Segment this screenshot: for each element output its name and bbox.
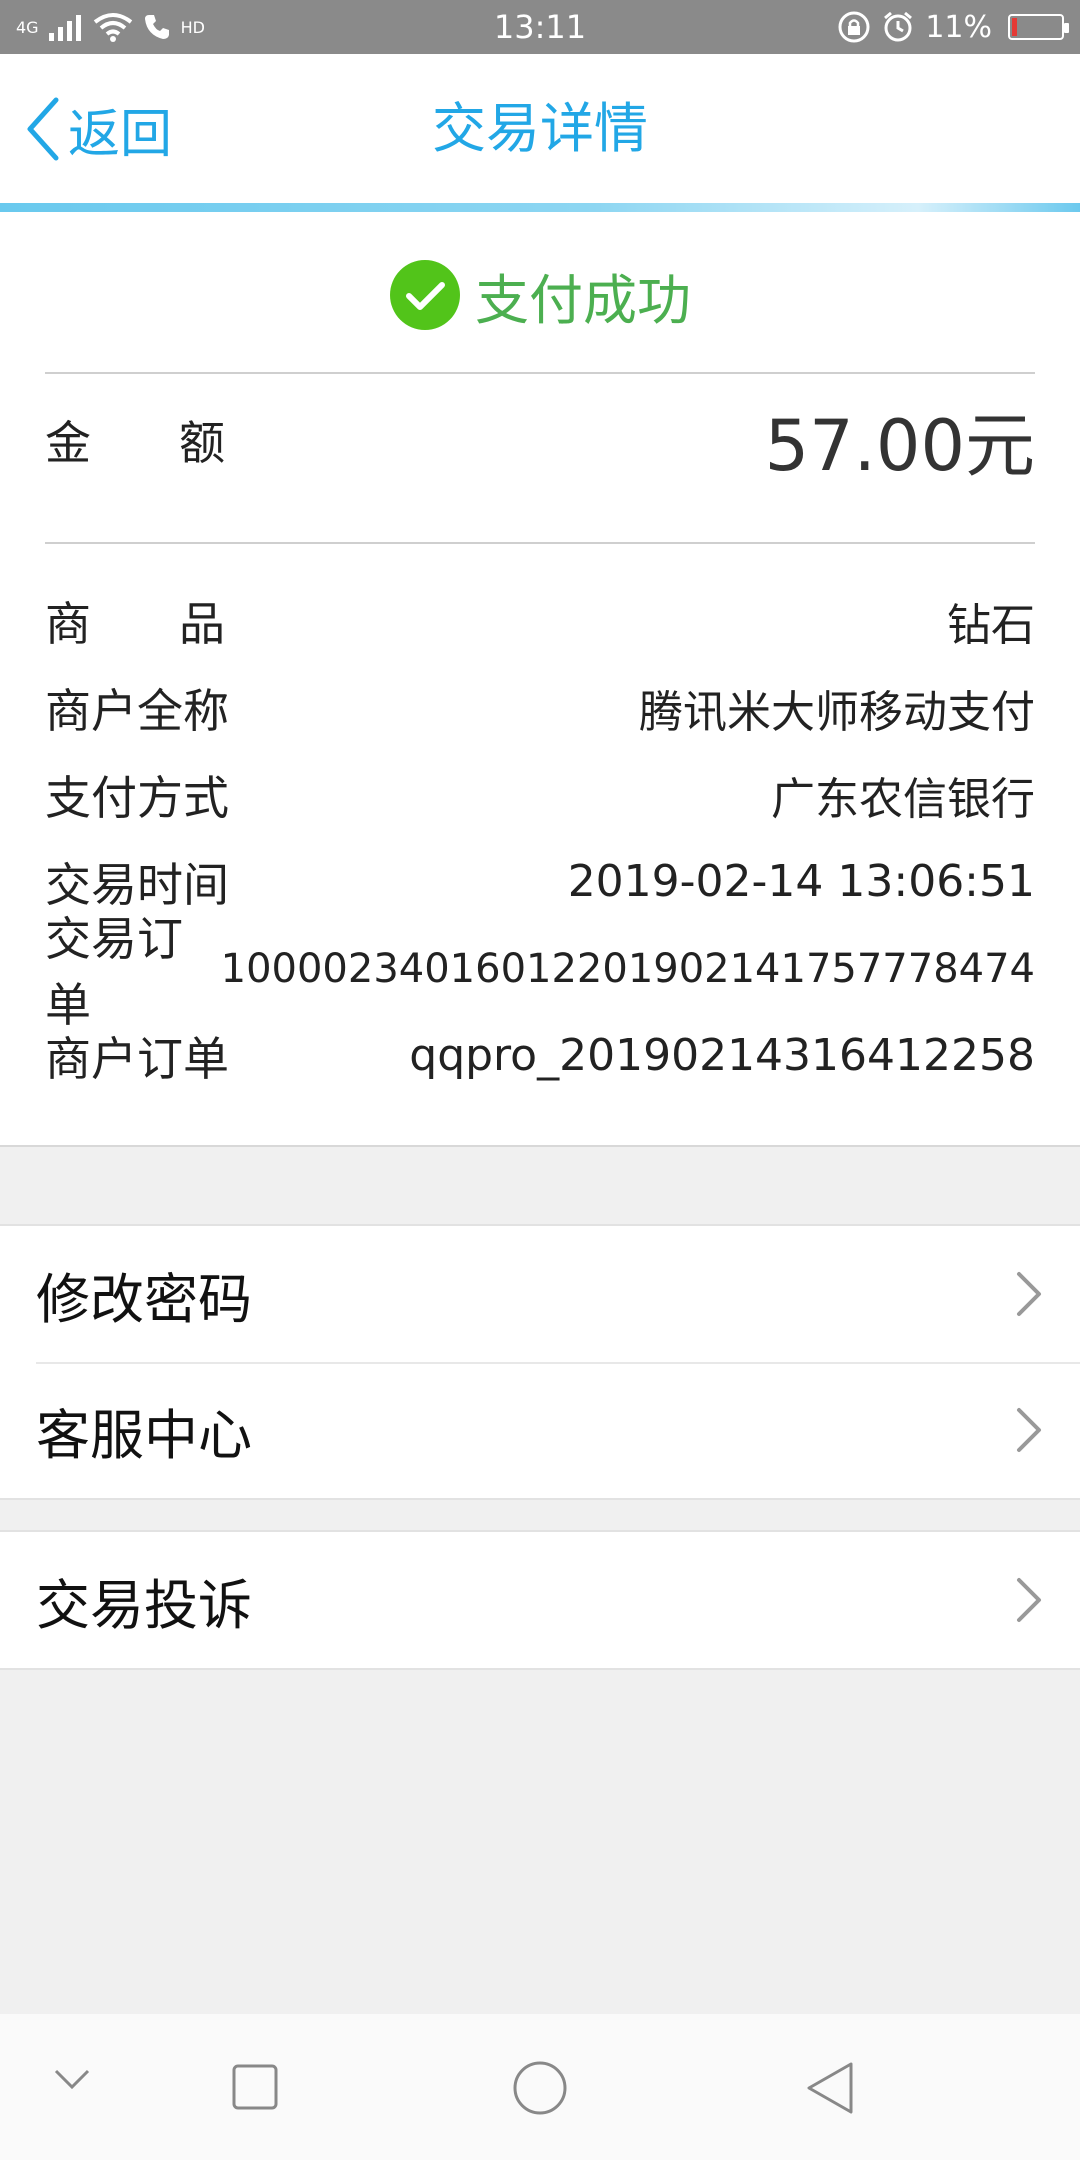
amount-label-char: 额: [179, 416, 225, 470]
chevron-right-icon: [1017, 1408, 1041, 1452]
info-label: 商 品: [45, 588, 225, 654]
info-label-char: 品: [179, 596, 225, 651]
amount-value: 57.00元: [764, 404, 1035, 487]
info-value: 腾讯米大师移动支付: [639, 686, 1035, 738]
info-row-merchant-order: 商户订单 qqpro_20190214316412258: [45, 1012, 1035, 1099]
menu-item-customer-service[interactable]: 客服中心: [0, 1362, 1080, 1498]
info-label-char: 商: [45, 596, 91, 651]
menu-label: 客服中心: [36, 1403, 252, 1467]
wifi-icon: [93, 13, 132, 42]
info-value: 2019-02-14 13:06:51: [567, 856, 1035, 907]
divider: [45, 372, 1035, 374]
info-label: 支付方式: [45, 770, 229, 825]
amount-row: 金 额 57.00元: [45, 380, 1035, 500]
alarm-icon: [884, 11, 913, 42]
amount-label: 金 额: [45, 407, 225, 473]
header-divider: [0, 203, 1080, 212]
nav-home-button[interactable]: [510, 2058, 570, 2118]
info-list: 商 品 钻石 商户全称 腾讯米大师移动支付 支付方式 广东农信银行 交易时间 2…: [45, 577, 1035, 1099]
signal-icon: [48, 15, 81, 41]
info-value: 广东农信银行: [771, 773, 1035, 825]
menu-item-transaction-complaint[interactable]: 交易投诉: [0, 1532, 1080, 1668]
system-nav-bar: [0, 2014, 1080, 2160]
transaction-details: 支付成功 金 额 57.00元 商 品 钻石 商户全称 腾讯米大师移动支付 支付…: [0, 212, 1080, 1147]
phone-call-icon: [144, 15, 169, 39]
menu-label: 交易投诉: [36, 1573, 252, 1637]
info-row-transaction-order: 交易订单 10000234016012201902141757778474: [45, 912, 1035, 1032]
battery-level: [1012, 18, 1017, 36]
status-right: 11%: [837, 9, 1069, 45]
nav-collapse-button[interactable]: [52, 2059, 92, 2099]
info-label: 商户订单: [45, 1031, 229, 1086]
circle-icon: [513, 2061, 567, 2115]
chevron-right-icon: [1017, 1578, 1041, 1622]
page-title: 交易详情: [432, 97, 648, 160]
menu-label: 修改密码: [36, 1267, 252, 1331]
status-left: 4G HD: [16, 12, 205, 42]
triangle-back-icon: [807, 2062, 853, 2114]
network-type: 4G: [16, 17, 39, 37]
info-label: 商户全称: [45, 683, 229, 738]
amount-label-char: 金: [45, 416, 91, 470]
chevron-right-icon: [1017, 1272, 1041, 1316]
info-row-merchant-name: 商户全称 腾讯米大师移动支付: [45, 664, 1035, 751]
square-icon: [232, 2064, 278, 2110]
check-circle-icon: [390, 260, 460, 330]
menu-item-change-password[interactable]: 修改密码: [0, 1226, 1080, 1362]
info-row-product: 商 品 钻石: [45, 577, 1035, 664]
battery-icon: [1008, 14, 1069, 40]
nav-recents-button[interactable]: [230, 2062, 280, 2112]
status-text: 支付成功: [475, 268, 691, 332]
info-label: 交易订单: [45, 911, 183, 1032]
divider: [45, 542, 1035, 544]
nav-back-button[interactable]: [800, 2058, 860, 2118]
info-row-payment-method: 支付方式 广东农信银行: [45, 751, 1035, 838]
battery-percent: 11%: [925, 9, 992, 45]
info-value: qqpro_20190214316412258: [409, 1030, 1035, 1081]
payment-status: 支付成功: [0, 250, 1080, 340]
header: 返回 交易详情: [0, 54, 1080, 204]
chevron-down-icon: [54, 2069, 90, 2090]
menu-group-complaint: 交易投诉: [0, 1530, 1080, 1670]
rotation-lock-icon: [838, 11, 870, 43]
hd-badge: HD: [180, 17, 205, 37]
info-value: 10000234016012201902141757778474: [220, 945, 1035, 992]
status-bar: 4G HD 13:11 11%: [0, 0, 1080, 54]
menu-group-account: 修改密码 客服中心: [0, 1224, 1080, 1500]
info-value: 钻石: [947, 599, 1035, 651]
